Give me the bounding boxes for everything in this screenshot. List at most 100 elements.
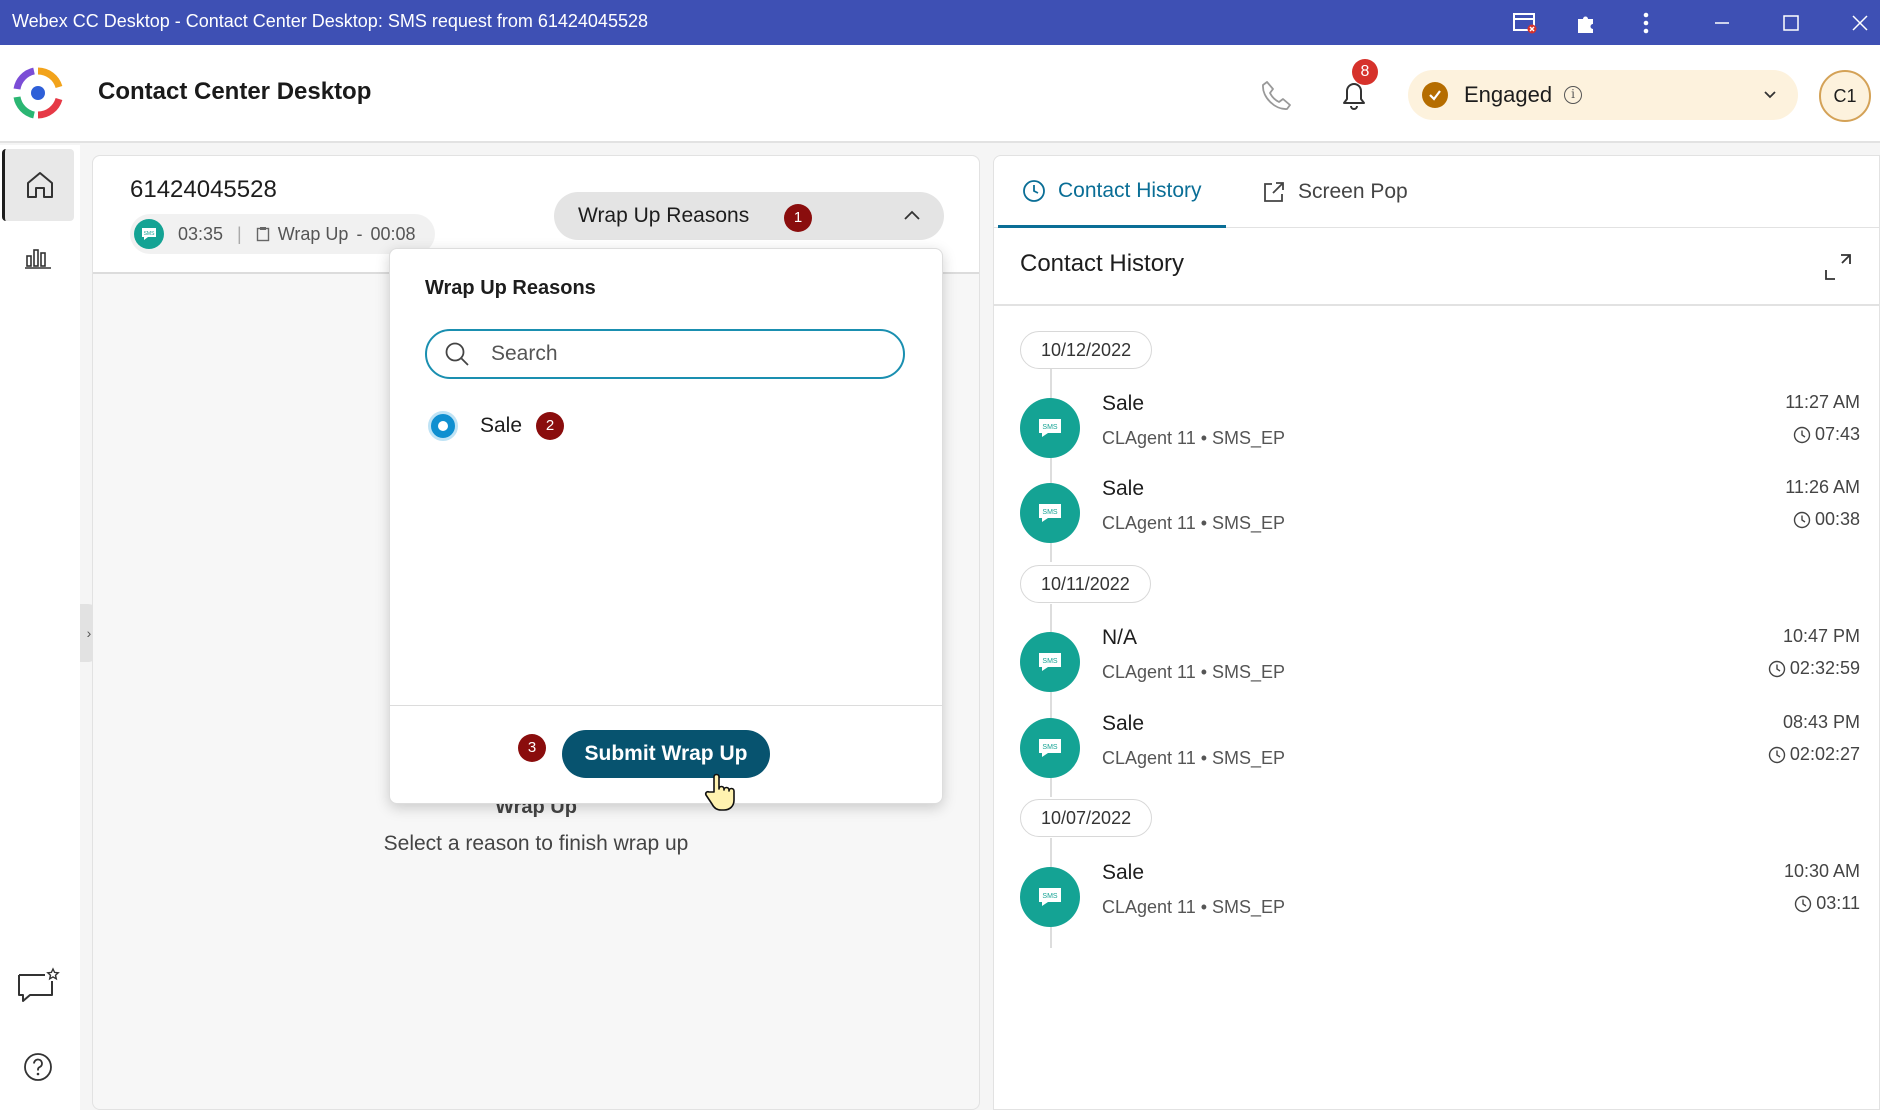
- maximize-icon[interactable]: [1776, 8, 1806, 38]
- hand-pointer-cursor-icon: [703, 772, 737, 812]
- history-duration: 02:02:27: [1768, 744, 1860, 765]
- wrapup-option-label: Sale: [480, 414, 523, 437]
- wrapup-reasons-button[interactable]: Wrap Up Reasons 1: [554, 192, 944, 240]
- clock-icon: [1793, 511, 1811, 528]
- home-icon: [26, 172, 53, 198]
- tab-contact-history[interactable]: Contact History: [998, 156, 1226, 228]
- clock-icon: [1768, 746, 1786, 763]
- date-separator: 10/12/2022: [1020, 331, 1153, 369]
- external-link-icon: [1264, 182, 1284, 202]
- date-separator: 10/11/2022: [1020, 565, 1151, 603]
- agent-state-label: Engaged: [1464, 82, 1553, 107]
- svg-text:SMS: SMS: [1042, 509, 1058, 516]
- elapsed-time: 03:35: [178, 223, 224, 244]
- search-icon: [443, 340, 471, 368]
- interaction-state: Wrap Up: [277, 223, 349, 244]
- right-panel-tabs: Contact History Screen Pop: [994, 156, 1880, 228]
- right-panel: Contact History Screen Pop Contact Histo…: [993, 155, 1880, 1110]
- sms-channel-icon: SMS: [134, 219, 164, 249]
- extensions-puzzle-icon[interactable]: [1571, 8, 1601, 38]
- history-reason: Sale: [1102, 477, 1145, 500]
- interaction-meta: SMS 03:35 | Wrap Up - 00:08: [130, 214, 436, 254]
- wrapup-reasons-popover: Wrap Up Reasons Sale 2 3 Submit Wrap Up: [389, 248, 943, 804]
- agent-state-dropdown[interactable]: Engaged i: [1408, 70, 1798, 120]
- expand-icon[interactable]: [1823, 252, 1853, 287]
- browser-tab-icon[interactable]: [1510, 8, 1540, 38]
- wrapup-search-input[interactable]: [491, 342, 871, 366]
- clock-icon: [1023, 179, 1045, 202]
- history-item[interactable]: SMS Sale CLAgent 11 • SMS_EP 11:27 AM 07…: [1020, 392, 1860, 462]
- window-titlebar: Webex CC Desktop - Contact Center Deskto…: [0, 0, 1880, 45]
- tab-screen-pop[interactable]: Screen Pop: [1262, 156, 1408, 228]
- wrapup-option-sale[interactable]: Sale 2: [428, 411, 565, 441]
- wrapup-empty-subtitle: Select a reason to finish wrap up: [383, 832, 689, 855]
- engaged-check-icon: [1422, 82, 1448, 108]
- step-badge-1: 1: [784, 204, 812, 232]
- radio-selected[interactable]: [428, 411, 458, 441]
- sms-icon: SMS: [1020, 718, 1080, 778]
- webex-logo-icon: [12, 67, 64, 119]
- history-duration: 02:32:59: [1768, 658, 1860, 679]
- step-badge-3: 3: [518, 734, 546, 762]
- history-time: 10:30 AM: [1783, 861, 1860, 881]
- tab-screen-pop-label: Screen Pop: [1298, 180, 1408, 203]
- history-item[interactable]: SMS Sale CLAgent 11 • SMS_EP 08:43 PM 02…: [1020, 712, 1860, 782]
- feedback-chat-icon[interactable]: [14, 963, 62, 1011]
- history-time: 10:47 PM: [1782, 626, 1860, 646]
- date-separator: 10/07/2022: [1020, 799, 1153, 837]
- popover-title: Wrap Up Reasons: [425, 277, 596, 299]
- submit-wrapup-button[interactable]: Submit Wrap Up: [562, 730, 770, 778]
- popover-footer: 3 Submit Wrap Up: [390, 705, 942, 803]
- wrapup-search-box[interactable]: [425, 329, 905, 379]
- app-title: Contact Center Desktop: [98, 78, 372, 105]
- sms-icon: SMS: [1020, 867, 1080, 927]
- clock-icon: [1793, 426, 1811, 443]
- left-nav: [0, 145, 80, 1110]
- chevron-up-icon: [902, 206, 922, 232]
- wrapup-clipboard-icon: [256, 226, 270, 242]
- state-separator: -: [356, 223, 363, 244]
- nav-analytics-button[interactable]: [14, 233, 62, 281]
- history-time: 11:26 AM: [1785, 477, 1860, 497]
- app-header: Contact Center Desktop 8 Engaged i C1: [0, 45, 1880, 143]
- tab-contact-history-label: Contact History: [1058, 178, 1202, 202]
- nav-home-button[interactable]: [2, 149, 74, 221]
- contact-history-header: Contact History: [994, 228, 1880, 306]
- chevron-down-icon: [1762, 86, 1778, 107]
- history-detail: CLAgent 11 • SMS_EP: [1102, 513, 1286, 533]
- contact-history-title: Contact History: [1020, 250, 1185, 277]
- close-window-icon[interactable]: [1845, 8, 1875, 38]
- history-detail: CLAgent 11 • SMS_EP: [1102, 748, 1286, 768]
- info-icon[interactable]: i: [1564, 86, 1583, 104]
- window-title: Webex CC Desktop - Contact Center Deskto…: [12, 11, 648, 31]
- notification-count-badge: 8: [1352, 59, 1378, 85]
- svg-text:SMS: SMS: [1042, 744, 1058, 751]
- clock-icon: [1795, 895, 1812, 912]
- history-reason: Sale: [1102, 712, 1145, 735]
- clock-icon: [1768, 660, 1786, 677]
- history-item[interactable]: SMS Sale CLAgent 11 • SMS_EP 11:26 AM 00…: [1020, 477, 1860, 547]
- history-reason: Sale: [1102, 861, 1145, 884]
- svg-text:SMS: SMS: [1042, 424, 1058, 431]
- meta-divider: |: [237, 223, 242, 244]
- history-detail: CLAgent 11 • SMS_EP: [1102, 897, 1286, 917]
- history-duration: 00:38: [1793, 509, 1860, 530]
- history-time: 11:27 AM: [1785, 392, 1860, 412]
- svg-text:SMS: SMS: [1042, 893, 1058, 900]
- customer-number: 61424045528: [130, 176, 277, 203]
- bar-chart-icon: [25, 249, 51, 269]
- more-options-icon[interactable]: [1631, 8, 1661, 38]
- history-item[interactable]: SMS N/A CLAgent 11 • SMS_EP 10:47 PM 02:…: [1020, 626, 1860, 696]
- minimize-icon[interactable]: [1707, 8, 1737, 38]
- wrapup-reasons-label: Wrap Up Reasons: [578, 204, 750, 227]
- svg-text:SMS: SMS: [144, 231, 156, 237]
- history-item[interactable]: SMS Sale CLAgent 11 • SMS_EP 10:30 AM 03…: [1020, 861, 1860, 931]
- history-duration: 07:43: [1793, 424, 1860, 445]
- sms-icon: SMS: [1020, 632, 1080, 692]
- history-duration: 03:11: [1794, 893, 1860, 914]
- wrapup-timer: 00:08: [370, 223, 416, 244]
- phone-icon[interactable]: [1256, 75, 1296, 115]
- history-detail: CLAgent 11 • SMS_EP: [1102, 662, 1286, 682]
- user-avatar[interactable]: C1: [1819, 70, 1871, 122]
- help-icon[interactable]: [14, 1043, 62, 1091]
